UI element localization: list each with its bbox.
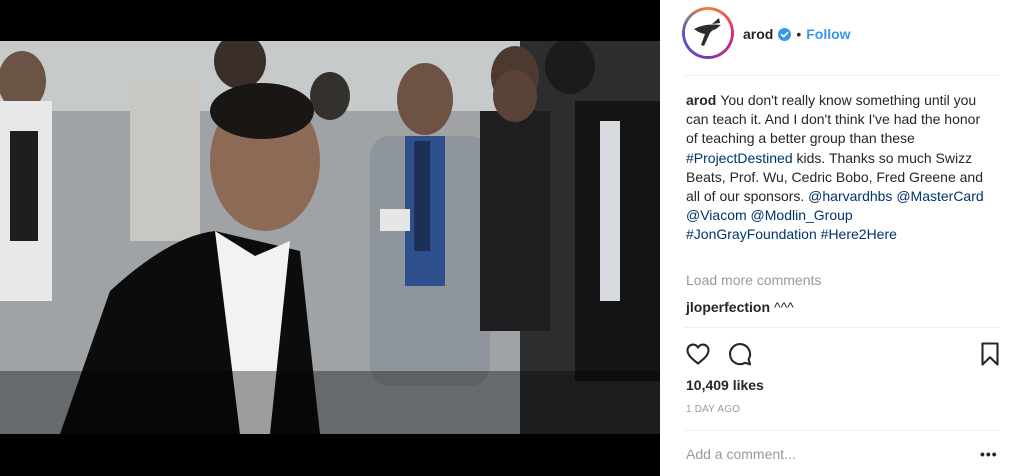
follow-button[interactable]: Follow: [806, 26, 850, 42]
header-separator: •: [796, 26, 802, 42]
post-caption: arod You don't really know something unti…: [686, 91, 986, 245]
caption-username[interactable]: arod: [686, 92, 716, 108]
likes-count[interactable]: 10,409 likes: [686, 377, 764, 393]
mention-mastercard[interactable]: @MasterCard: [896, 188, 983, 204]
load-more-comments-button[interactable]: Load more comments: [686, 272, 821, 288]
caption-text-1: You don't really know something until yo…: [686, 92, 981, 147]
actions-divider: [684, 327, 1000, 328]
comment-username[interactable]: jloperfection: [686, 299, 770, 315]
mention-viacom[interactable]: @Viacom: [686, 207, 747, 223]
hashtag-jongrayfoundation[interactable]: #JonGrayFoundation: [686, 226, 817, 242]
more-options-button[interactable]: •••: [980, 446, 998, 462]
bookmark-icon[interactable]: [976, 340, 1004, 368]
author-username[interactable]: arod: [743, 26, 773, 42]
mention-modlin-group[interactable]: @Modlin_Group: [751, 207, 853, 223]
add-comment-input[interactable]: Add a comment...: [686, 446, 796, 462]
comment-item: jloperfection ^^^: [686, 299, 794, 315]
comment-text: ^^^: [774, 299, 794, 315]
post-media: [0, 0, 660, 476]
post-details-panel: arod • Follow arod You don't really know …: [660, 0, 1009, 476]
composer-divider: [684, 430, 1000, 431]
mention-harvardhbs[interactable]: @harvardhbs: [808, 188, 892, 204]
post-photo[interactable]: [0, 41, 660, 434]
header-divider: [684, 75, 1000, 76]
verified-badge-icon: [778, 27, 792, 41]
post-header: arod • Follow: [660, 0, 1009, 75]
photo-illustration: [0, 41, 660, 434]
author-row: arod • Follow: [743, 25, 851, 43]
hashtag-projectdestined[interactable]: #ProjectDestined: [686, 150, 793, 166]
hashtag-here2here[interactable]: #Here2Here: [821, 226, 897, 242]
comment-bubble-icon[interactable]: [726, 340, 754, 368]
post-timestamp[interactable]: 1 DAY AGO: [686, 404, 740, 415]
avatar[interactable]: [682, 7, 734, 59]
heart-icon[interactable]: [684, 340, 712, 368]
action-bar: [684, 340, 1004, 368]
arod-logo-icon: [685, 10, 731, 56]
